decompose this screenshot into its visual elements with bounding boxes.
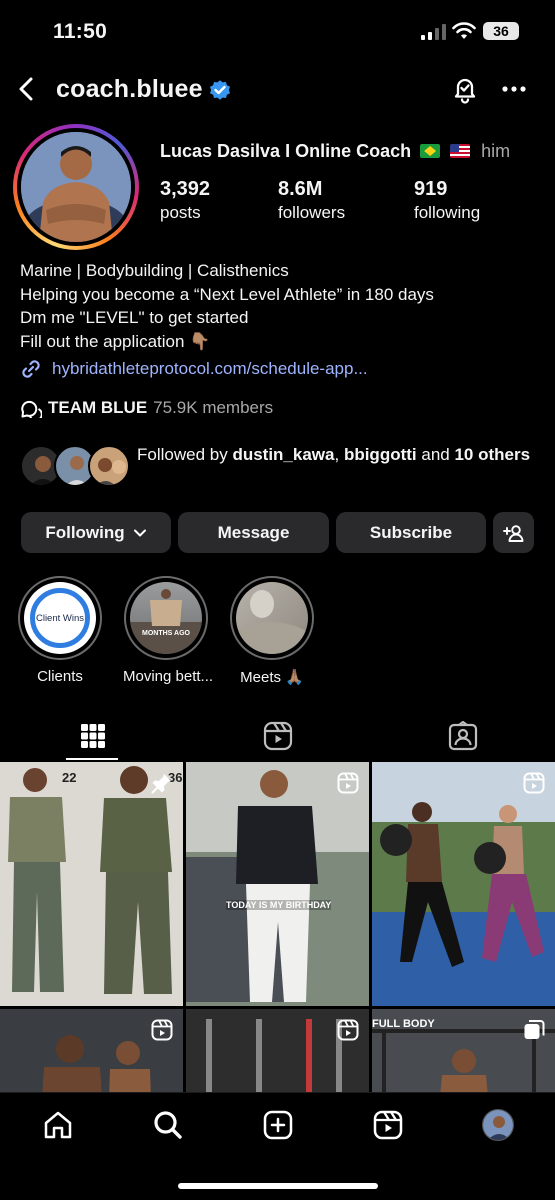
create-post-icon[interactable] xyxy=(262,1109,294,1141)
display-name-text: Lucas Dasilva I Online Coach xyxy=(160,141,412,161)
avatar-photo xyxy=(21,132,131,242)
highlight-cover: Client Wins xyxy=(24,582,96,654)
reels-icon xyxy=(263,721,292,751)
message-button[interactable]: Message xyxy=(178,512,329,553)
stat-followers-value: 8.6M xyxy=(278,178,323,200)
stat-posts-label: posts xyxy=(160,203,201,222)
brazil-flag-icon xyxy=(420,144,441,158)
post-caption-overlay: TODAY IS MY BIRTHDAY xyxy=(226,900,332,910)
suggested-users-button[interactable] xyxy=(493,512,534,553)
link-icon xyxy=(22,360,40,378)
back-icon[interactable] xyxy=(12,74,42,104)
stat-posts: 3,392 posts xyxy=(160,178,210,223)
post-thumbnail[interactable]: 22 36 xyxy=(0,762,183,1006)
highlight-label: Moving bett... xyxy=(123,668,214,685)
stat-following-label: following xyxy=(414,203,481,222)
highlight-meets[interactable]: Meets 🙏🏽 xyxy=(229,576,315,686)
search-icon[interactable] xyxy=(152,1109,184,1141)
follower-avatar xyxy=(88,445,130,487)
status-bar: 11:50 36 xyxy=(0,0,555,62)
post-thumbnail[interactable] xyxy=(0,1009,183,1092)
highlight-clients[interactable]: Client Wins Clients xyxy=(17,576,103,685)
channel-icon xyxy=(21,400,42,418)
usa-flag-icon xyxy=(450,144,471,158)
wifi-icon xyxy=(452,22,476,39)
subscribe-button[interactable]: Subscribe xyxy=(336,512,486,553)
chevron-down-icon xyxy=(133,529,146,536)
profile-avatar[interactable] xyxy=(13,124,139,250)
tab-reels[interactable] xyxy=(185,710,370,762)
stat-followers[interactable]: 8.6M followers xyxy=(278,178,345,223)
stat-following[interactable]: 919 following xyxy=(414,178,480,223)
notifications-bell-icon[interactable] xyxy=(450,74,480,104)
bio-line: Dm me "LEVEL" to get started xyxy=(20,308,249,327)
reels-nav-icon[interactable] xyxy=(372,1109,404,1141)
followed-by-sep: , xyxy=(334,445,344,464)
cellular-signal-icon xyxy=(421,24,446,40)
following-button[interactable]: Following xyxy=(21,512,171,553)
tagged-icon xyxy=(448,721,477,751)
add-person-icon xyxy=(502,524,523,542)
tab-tagged[interactable] xyxy=(370,710,555,762)
profile-link[interactable]: hybridathleteprotocol.com/schedule-app..… xyxy=(20,358,368,380)
followed-by-user: bbiggotti xyxy=(343,445,417,464)
bio-line: Marine | Bodybuilding | Calisthenics xyxy=(20,261,289,280)
reel-badge-icon xyxy=(151,1019,173,1041)
channel-members: 75.9K members xyxy=(153,398,274,417)
bio-line: Helping you become a “Next Level Athlete… xyxy=(20,284,434,304)
post-caption-overlay: FULL BODY xyxy=(372,1018,435,1030)
highlight-cover: MONTHS AGO xyxy=(130,582,202,654)
home-indicator xyxy=(178,1183,378,1189)
active-tab-indicator xyxy=(66,758,118,760)
post-overlay-text: 22 xyxy=(62,770,77,785)
post-thumbnail[interactable]: TODAY IS MY BIRTHDAY xyxy=(186,762,369,1006)
verified-badge-icon xyxy=(210,80,230,100)
more-options-icon[interactable] xyxy=(500,74,528,104)
followed-by-and: and xyxy=(416,445,455,464)
highlight-label: Clients xyxy=(37,668,83,685)
followed-by-avatars[interactable] xyxy=(20,445,130,487)
followed-by-user: dustin_kawa xyxy=(232,445,335,464)
followed-by-text[interactable]: Followed by dustin_kawa, bbiggotti and 1… xyxy=(137,443,537,467)
broadcast-channel[interactable]: TEAM BLUE 75.9K members xyxy=(20,398,273,418)
status-time: 11:50 xyxy=(53,20,108,43)
subscribe-button-label: Subscribe xyxy=(369,522,453,542)
bio-line: Fill out the application 👇🏽 xyxy=(20,331,211,351)
stat-posts-value: 3,392 xyxy=(160,178,211,200)
profile-username: coach.bluee xyxy=(56,75,203,103)
tab-posts-grid[interactable] xyxy=(0,710,185,762)
stat-following-value: 919 xyxy=(414,178,448,200)
post-thumbnail[interactable] xyxy=(372,762,555,1006)
posts-grid: 22 36 TODAY IS MY BIRTHDAY FULL BODY xyxy=(0,762,555,1092)
profile-nav-avatar[interactable] xyxy=(482,1109,514,1141)
followed-by-prefix: Followed by xyxy=(137,445,233,464)
following-button-label: Following xyxy=(45,522,125,542)
profile-display-name: Lucas Dasilva I Online Coach him xyxy=(160,141,510,162)
profile-link-text: hybridathleteprotocol.com/schedule-app..… xyxy=(52,359,368,378)
reel-badge-icon xyxy=(337,1019,359,1041)
followed-by-others: 10 others xyxy=(454,445,531,464)
pronoun: him xyxy=(481,141,511,161)
carousel-icon xyxy=(524,1020,545,1039)
highlight-label: Meets 🙏🏽 xyxy=(240,669,304,686)
highlight-cover-text: Client Wins xyxy=(35,612,85,624)
post-thumbnail[interactable] xyxy=(186,1009,369,1092)
profile-content-tabs xyxy=(0,710,555,762)
highlight-cover-text: MONTHS AGO xyxy=(142,630,190,637)
stat-followers-label: followers xyxy=(278,203,346,222)
pinned-icon xyxy=(151,774,171,794)
reel-badge-icon xyxy=(523,772,545,794)
channel-name: TEAM BLUE xyxy=(48,398,148,417)
message-button-label: Message xyxy=(217,522,290,542)
home-icon[interactable] xyxy=(42,1109,74,1141)
grid-icon xyxy=(80,724,105,748)
profile-header: coach.bluee xyxy=(0,62,555,120)
reel-badge-icon xyxy=(337,772,359,794)
highlight-moving-better[interactable]: MONTHS AGO Moving bett... xyxy=(123,576,214,685)
profile-bio: Marine | Bodybuilding | Calisthenics Hel… xyxy=(20,259,434,353)
highlight-cover xyxy=(236,582,308,654)
battery-indicator: 36 xyxy=(483,22,519,40)
post-thumbnail[interactable]: FULL BODY xyxy=(372,1009,555,1092)
